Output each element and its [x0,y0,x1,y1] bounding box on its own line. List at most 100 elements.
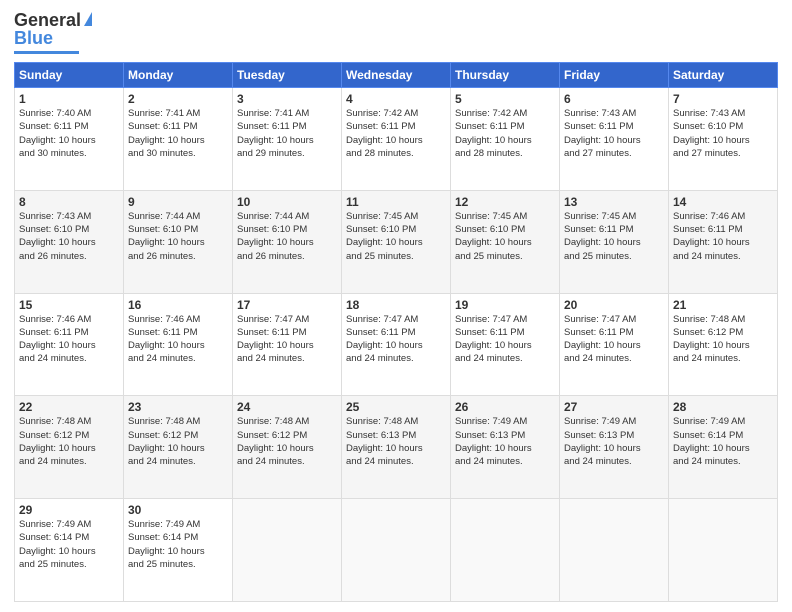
day-number: 19 [455,298,555,312]
day-number: 18 [346,298,446,312]
day-number: 21 [673,298,773,312]
day-info: Sunrise: 7:45 AM Sunset: 6:10 PM Dayligh… [346,210,446,263]
day-info: Sunrise: 7:48 AM Sunset: 6:12 PM Dayligh… [19,415,119,468]
col-header-sunday: Sunday [15,63,124,88]
day-number: 14 [673,195,773,209]
calendar-cell: 14Sunrise: 7:46 AM Sunset: 6:11 PM Dayli… [669,190,778,293]
col-header-saturday: Saturday [669,63,778,88]
header: General Blue [14,10,778,54]
calendar-cell [233,499,342,602]
calendar-cell: 11Sunrise: 7:45 AM Sunset: 6:10 PM Dayli… [342,190,451,293]
day-info: Sunrise: 7:48 AM Sunset: 6:12 PM Dayligh… [128,415,228,468]
day-info: Sunrise: 7:41 AM Sunset: 6:11 PM Dayligh… [237,107,337,160]
calendar-row-3: 15Sunrise: 7:46 AM Sunset: 6:11 PM Dayli… [15,293,778,396]
day-info: Sunrise: 7:48 AM Sunset: 6:12 PM Dayligh… [673,313,773,366]
day-number: 5 [455,92,555,106]
day-info: Sunrise: 7:45 AM Sunset: 6:10 PM Dayligh… [455,210,555,263]
calendar-cell: 17Sunrise: 7:47 AM Sunset: 6:11 PM Dayli… [233,293,342,396]
calendar-cell: 30Sunrise: 7:49 AM Sunset: 6:14 PM Dayli… [124,499,233,602]
day-info: Sunrise: 7:49 AM Sunset: 6:14 PM Dayligh… [19,518,119,571]
calendar-row-2: 8Sunrise: 7:43 AM Sunset: 6:10 PM Daylig… [15,190,778,293]
calendar-cell: 18Sunrise: 7:47 AM Sunset: 6:11 PM Dayli… [342,293,451,396]
col-header-friday: Friday [560,63,669,88]
logo-triangle-icon [84,12,92,26]
col-header-monday: Monday [124,63,233,88]
day-info: Sunrise: 7:48 AM Sunset: 6:12 PM Dayligh… [237,415,337,468]
page: General Blue SundayMondayTuesdayWednesda… [0,0,792,612]
day-number: 27 [564,400,664,414]
calendar-cell: 10Sunrise: 7:44 AM Sunset: 6:10 PM Dayli… [233,190,342,293]
logo: General Blue [14,10,92,54]
day-info: Sunrise: 7:46 AM Sunset: 6:11 PM Dayligh… [19,313,119,366]
calendar-cell: 3Sunrise: 7:41 AM Sunset: 6:11 PM Daylig… [233,88,342,191]
day-info: Sunrise: 7:46 AM Sunset: 6:11 PM Dayligh… [128,313,228,366]
col-header-thursday: Thursday [451,63,560,88]
day-info: Sunrise: 7:49 AM Sunset: 6:13 PM Dayligh… [455,415,555,468]
day-info: Sunrise: 7:49 AM Sunset: 6:14 PM Dayligh… [673,415,773,468]
day-number: 1 [19,92,119,106]
day-number: 22 [19,400,119,414]
calendar-cell: 5Sunrise: 7:42 AM Sunset: 6:11 PM Daylig… [451,88,560,191]
calendar-cell: 19Sunrise: 7:47 AM Sunset: 6:11 PM Dayli… [451,293,560,396]
calendar-cell: 23Sunrise: 7:48 AM Sunset: 6:12 PM Dayli… [124,396,233,499]
day-number: 26 [455,400,555,414]
day-number: 10 [237,195,337,209]
calendar-table: SundayMondayTuesdayWednesdayThursdayFrid… [14,62,778,602]
calendar-cell: 29Sunrise: 7:49 AM Sunset: 6:14 PM Dayli… [15,499,124,602]
day-number: 28 [673,400,773,414]
day-number: 16 [128,298,228,312]
day-info: Sunrise: 7:47 AM Sunset: 6:11 PM Dayligh… [346,313,446,366]
calendar-cell: 21Sunrise: 7:48 AM Sunset: 6:12 PM Dayli… [669,293,778,396]
day-info: Sunrise: 7:47 AM Sunset: 6:11 PM Dayligh… [237,313,337,366]
calendar-cell [451,499,560,602]
calendar-cell: 9Sunrise: 7:44 AM Sunset: 6:10 PM Daylig… [124,190,233,293]
calendar-cell: 1Sunrise: 7:40 AM Sunset: 6:11 PM Daylig… [15,88,124,191]
calendar-cell: 25Sunrise: 7:48 AM Sunset: 6:13 PM Dayli… [342,396,451,499]
calendar-cell: 7Sunrise: 7:43 AM Sunset: 6:10 PM Daylig… [669,88,778,191]
calendar-cell: 28Sunrise: 7:49 AM Sunset: 6:14 PM Dayli… [669,396,778,499]
day-number: 6 [564,92,664,106]
day-number: 11 [346,195,446,209]
calendar-cell: 2Sunrise: 7:41 AM Sunset: 6:11 PM Daylig… [124,88,233,191]
day-number: 12 [455,195,555,209]
day-info: Sunrise: 7:44 AM Sunset: 6:10 PM Dayligh… [128,210,228,263]
day-info: Sunrise: 7:42 AM Sunset: 6:11 PM Dayligh… [346,107,446,160]
calendar-row-1: 1Sunrise: 7:40 AM Sunset: 6:11 PM Daylig… [15,88,778,191]
day-info: Sunrise: 7:42 AM Sunset: 6:11 PM Dayligh… [455,107,555,160]
col-header-wednesday: Wednesday [342,63,451,88]
day-number: 9 [128,195,228,209]
day-info: Sunrise: 7:43 AM Sunset: 6:10 PM Dayligh… [19,210,119,263]
day-info: Sunrise: 7:47 AM Sunset: 6:11 PM Dayligh… [455,313,555,366]
calendar-header-row: SundayMondayTuesdayWednesdayThursdayFrid… [15,63,778,88]
day-info: Sunrise: 7:49 AM Sunset: 6:13 PM Dayligh… [564,415,664,468]
day-number: 13 [564,195,664,209]
day-info: Sunrise: 7:41 AM Sunset: 6:11 PM Dayligh… [128,107,228,160]
calendar-cell: 27Sunrise: 7:49 AM Sunset: 6:13 PM Dayli… [560,396,669,499]
calendar-row-5: 29Sunrise: 7:49 AM Sunset: 6:14 PM Dayli… [15,499,778,602]
calendar-cell: 26Sunrise: 7:49 AM Sunset: 6:13 PM Dayli… [451,396,560,499]
calendar-cell: 16Sunrise: 7:46 AM Sunset: 6:11 PM Dayli… [124,293,233,396]
calendar-cell: 4Sunrise: 7:42 AM Sunset: 6:11 PM Daylig… [342,88,451,191]
day-number: 4 [346,92,446,106]
day-number: 8 [19,195,119,209]
calendar-cell [669,499,778,602]
calendar-row-4: 22Sunrise: 7:48 AM Sunset: 6:12 PM Dayli… [15,396,778,499]
day-number: 29 [19,503,119,517]
logo-underline [14,51,79,54]
day-info: Sunrise: 7:45 AM Sunset: 6:11 PM Dayligh… [564,210,664,263]
day-number: 7 [673,92,773,106]
day-info: Sunrise: 7:43 AM Sunset: 6:11 PM Dayligh… [564,107,664,160]
day-info: Sunrise: 7:49 AM Sunset: 6:14 PM Dayligh… [128,518,228,571]
day-number: 25 [346,400,446,414]
day-number: 30 [128,503,228,517]
day-info: Sunrise: 7:48 AM Sunset: 6:13 PM Dayligh… [346,415,446,468]
calendar-cell: 20Sunrise: 7:47 AM Sunset: 6:11 PM Dayli… [560,293,669,396]
calendar-cell: 8Sunrise: 7:43 AM Sunset: 6:10 PM Daylig… [15,190,124,293]
calendar-cell: 12Sunrise: 7:45 AM Sunset: 6:10 PM Dayli… [451,190,560,293]
calendar-cell [560,499,669,602]
logo-blue: Blue [14,28,53,49]
day-number: 24 [237,400,337,414]
day-info: Sunrise: 7:43 AM Sunset: 6:10 PM Dayligh… [673,107,773,160]
day-number: 3 [237,92,337,106]
day-number: 20 [564,298,664,312]
